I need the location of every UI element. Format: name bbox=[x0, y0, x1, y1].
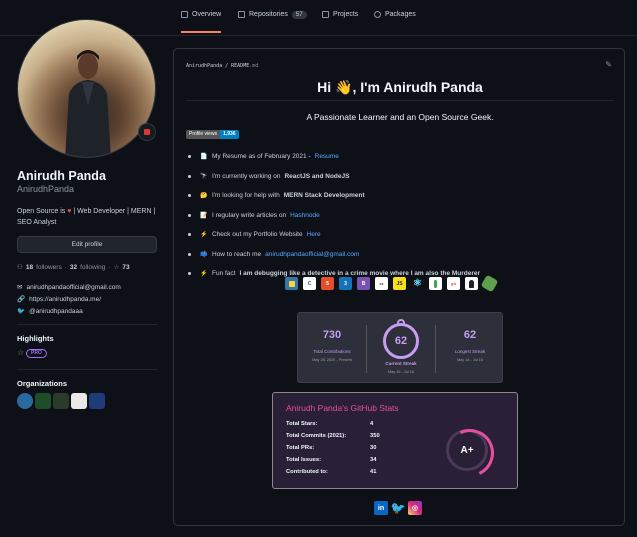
list-item: 🤔 I'm looking for help with MERN Stack De… bbox=[188, 192, 480, 212]
divider bbox=[17, 324, 157, 325]
instagram-icon[interactable]: ◎ bbox=[408, 501, 422, 515]
grade-ring: A+ bbox=[446, 429, 488, 471]
highlights-title: Highlights bbox=[17, 334, 54, 343]
repo-count-badge: 57 bbox=[291, 11, 307, 19]
list-item: 🔭 I'm currently working on ReactJS and No… bbox=[188, 173, 480, 193]
html5-icon[interactable]: 5 bbox=[321, 277, 334, 290]
pro-badge[interactable]: PRO bbox=[26, 349, 47, 358]
express-icon[interactable]: ex bbox=[375, 277, 388, 290]
hashnode-link[interactable]: Hashnode bbox=[290, 212, 320, 219]
organizations-title: Organizations bbox=[17, 379, 68, 388]
org-avatar[interactable] bbox=[53, 393, 69, 409]
pencil-icon[interactable]: ✎ bbox=[605, 60, 612, 69]
social-links: in 🐦 ◎ bbox=[374, 501, 422, 515]
lightning-icon: ⚡ bbox=[200, 232, 208, 238]
list-item: 📫 How to reach me anirudhpandaofficial@gm… bbox=[188, 251, 480, 271]
mongodb-icon[interactable] bbox=[429, 277, 442, 290]
avatar[interactable] bbox=[17, 19, 156, 158]
portfolio-link[interactable]: Here bbox=[307, 231, 321, 238]
readme-card: AnirudhPanda / README.md ✎ Hi 👋, I'm Ani… bbox=[173, 48, 625, 526]
package-icon bbox=[374, 11, 381, 18]
total-contributions: 730 Total Contributions May 28, 2020 - P… bbox=[312, 329, 352, 362]
divider bbox=[17, 369, 157, 370]
longest-streak: 62 Longest Streak May 16 - Jul 16 bbox=[454, 329, 486, 362]
github-stats-card: Anirudh Panda's GitHub Stats Total Stars… bbox=[272, 392, 518, 489]
following-count[interactable]: 32 bbox=[70, 264, 77, 271]
follow-stats: ⚇ 18 followers · 32 following · ☆ 73 bbox=[17, 263, 130, 272]
git-icon[interactable]: git bbox=[447, 277, 460, 290]
status-emoji-icon bbox=[144, 129, 150, 135]
streak-stats-card: 730 Total Contributions May 28, 2020 - P… bbox=[297, 312, 503, 383]
link-icon: 🔗 bbox=[17, 296, 26, 303]
list-item: ⚡ Check out my Portfolio Website Here bbox=[188, 231, 480, 251]
org-avatar[interactable] bbox=[71, 393, 87, 409]
css3-icon[interactable]: 3 bbox=[339, 277, 352, 290]
twitter-icon[interactable]: 🐦 bbox=[391, 501, 406, 515]
avatar-photo bbox=[65, 50, 111, 157]
resume-link[interactable]: Resume bbox=[315, 153, 339, 160]
profile-views-badge: Profile views 1,936 bbox=[186, 130, 239, 139]
twitter-icon: 🐦 bbox=[17, 308, 26, 315]
memo-icon: 📝 bbox=[200, 212, 208, 219]
repo-icon bbox=[238, 11, 245, 18]
project-icon bbox=[322, 11, 329, 18]
readme-heading: Hi 👋, I'm Anirudh Panda bbox=[317, 79, 483, 95]
star-icon: ☆ bbox=[113, 264, 120, 271]
email-link[interactable]: anirudhpandaofficial@gmail.com bbox=[265, 251, 359, 258]
linux-icon[interactable] bbox=[465, 277, 478, 290]
book-icon bbox=[181, 11, 188, 18]
profile-name: Anirudh Panda bbox=[17, 169, 106, 183]
organizations-list bbox=[17, 393, 105, 409]
page-icon: 📄 bbox=[200, 154, 208, 160]
tab-overview[interactable]: Overview bbox=[181, 11, 222, 33]
list-item: 📄 My Resume as of February 2021 - Resume bbox=[188, 153, 480, 173]
python-icon[interactable] bbox=[285, 277, 298, 290]
status-button[interactable] bbox=[138, 123, 156, 141]
profile-login: AnirudhPanda bbox=[17, 184, 75, 194]
org-avatar[interactable] bbox=[17, 393, 33, 409]
c-icon[interactable]: C bbox=[303, 277, 316, 290]
tab-projects[interactable]: Projects bbox=[322, 11, 358, 33]
tech-icons: C 5 3 B ex JS ⚛ git bbox=[285, 274, 499, 293]
javascript-icon[interactable]: JS bbox=[393, 277, 406, 290]
linkedin-icon[interactable]: in bbox=[374, 501, 388, 515]
mail-icon: ✉ bbox=[17, 284, 23, 291]
bootstrap-icon[interactable]: B bbox=[357, 277, 370, 290]
stars-count[interactable]: 73 bbox=[122, 264, 129, 271]
twitter-link[interactable]: 🐦 @anirudhpandaaa bbox=[17, 307, 83, 316]
thinking-icon: 🤔 bbox=[200, 193, 208, 199]
lightning-icon: ⚡ bbox=[200, 271, 208, 277]
followers-count[interactable]: 18 bbox=[26, 264, 33, 271]
org-avatar[interactable] bbox=[35, 393, 51, 409]
tab-packages[interactable]: Packages bbox=[374, 11, 416, 33]
email-link[interactable]: ✉ anirudhpandaofficial@gmail.com bbox=[17, 283, 121, 292]
current-streak: Current Streak May 16 - Jul 16 bbox=[385, 361, 417, 374]
edit-profile-button[interactable]: Edit profile bbox=[17, 236, 157, 253]
nodejs-icon[interactable] bbox=[480, 274, 499, 293]
mailbox-icon: 📫 bbox=[200, 251, 208, 258]
profile-bio: Open Source is ♥ | Web Developer | MERN … bbox=[17, 208, 156, 226]
divider bbox=[186, 100, 614, 101]
tab-repositories[interactable]: Repositories 57 bbox=[238, 11, 307, 33]
list-item: 📝 I regulary write articles on Hashnode bbox=[188, 212, 480, 232]
readme-bullets: 📄 My Resume as of February 2021 - Resume … bbox=[188, 153, 480, 290]
website-link[interactable]: 🔗 https://anirudhpanda.me/ bbox=[17, 295, 101, 304]
org-avatar[interactable] bbox=[89, 393, 105, 409]
stats-title: Anirudh Panda's GitHub Stats bbox=[286, 403, 399, 413]
star-icon: ☆ bbox=[17, 348, 25, 357]
heart-icon: ♥ bbox=[67, 208, 72, 215]
telescope-icon: 🔭 bbox=[200, 173, 208, 180]
people-icon: ⚇ bbox=[17, 264, 23, 271]
react-icon[interactable]: ⚛ bbox=[411, 277, 424, 290]
readme-path: AnirudhPanda / README.md bbox=[186, 63, 259, 69]
readme-tagline: A Passionate Learner and an Open Source … bbox=[306, 112, 494, 122]
